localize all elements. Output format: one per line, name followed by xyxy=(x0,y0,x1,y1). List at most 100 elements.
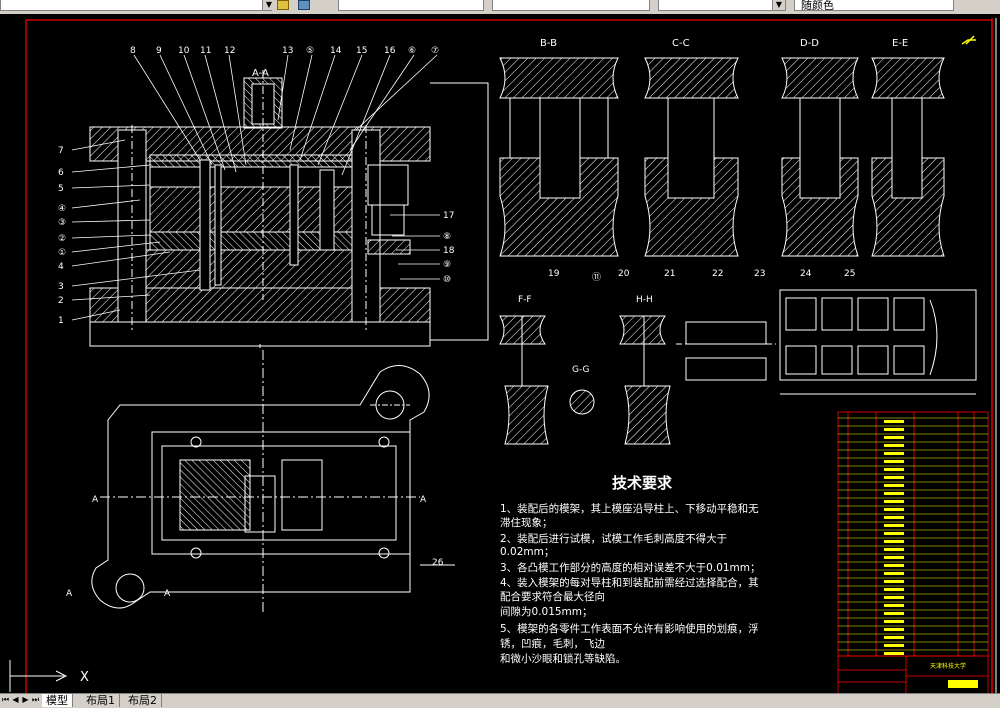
chevron-down-icon[interactable]: ▼ xyxy=(262,0,275,10)
bom-row-text xyxy=(884,644,904,647)
bom-row-text xyxy=(884,444,904,447)
bom-row-text xyxy=(884,428,904,431)
svg-text:⑩: ⑩ xyxy=(443,275,451,285)
bom-row-text xyxy=(884,588,904,591)
first-tab-icon[interactable]: ⏮ xyxy=(1,695,10,705)
svg-text:G-G: G-G xyxy=(572,365,590,375)
svg-text:16: 16 xyxy=(384,46,396,56)
svg-text:配合要求符合最大径向: 配合要求符合最大径向 xyxy=(500,590,605,603)
tech-req-title: 技术要求 xyxy=(612,474,673,492)
svg-text:1: 1 xyxy=(58,316,64,326)
bom-row-text xyxy=(884,596,904,599)
properties-toolbar: ▼ ▼ 随颜色 xyxy=(0,0,1000,15)
bom-row-text xyxy=(884,636,904,639)
svg-text:和微小沙眼和锁孔等缺陷。: 和微小沙眼和锁孔等缺陷。 xyxy=(500,652,626,665)
svg-text:1、装配后的模架，其上模座沿导柱上、下移动平稳和无: 1、装配后的模架，其上模座沿导柱上、下移动平稳和无 xyxy=(500,502,759,515)
plan-view xyxy=(91,350,455,612)
bom-row-text xyxy=(884,580,904,583)
bom-row-text xyxy=(884,420,904,423)
revision-mark-icon xyxy=(961,35,976,45)
svg-text:3、各凸模工作部分的高度的相对误差不大于0.01mm；: 3、各凸模工作部分的高度的相对误差不大于0.01mm； xyxy=(500,561,761,574)
balloon-labels-top: 8 9 10 11 12 13 ⑤ 14 15 16 ⑥ ⑦ xyxy=(130,46,439,56)
svg-text:A: A xyxy=(92,495,99,505)
svg-text:2、装配后进行试模，试模工作毛刺高度不得大于: 2、装配后进行试模，试模工作毛刺高度不得大于 xyxy=(500,532,727,545)
svg-text:20: 20 xyxy=(618,269,630,279)
svg-text:③: ③ xyxy=(58,218,66,228)
svg-text:7: 7 xyxy=(58,146,64,156)
svg-text:5、模架的各零件工作表面不允许有影响使用的划痕，浮: 5、模架的各零件工作表面不允许有影响使用的划痕，浮 xyxy=(500,622,759,635)
svg-text:F-F: F-F xyxy=(518,295,532,305)
svg-text:⑧: ⑧ xyxy=(443,232,451,242)
small-sections: F-F G-G H-H xyxy=(499,295,671,445)
bom-row-text xyxy=(884,484,904,487)
svg-text:B-B: B-B xyxy=(540,38,557,49)
svg-text:A: A xyxy=(66,589,73,599)
svg-text:A: A xyxy=(164,589,171,599)
layer-combo[interactable] xyxy=(0,0,272,11)
bom-row-text xyxy=(884,572,904,575)
svg-text:H-H: H-H xyxy=(636,295,653,305)
bom-row-text xyxy=(884,460,904,463)
section-aa-label: A-A xyxy=(252,68,269,79)
tab-layout2[interactable]: 布局2 xyxy=(124,694,162,707)
layout-tab-bar: ⏮ ◀ ▶ ⏭ 模型 布局1 布局2 xyxy=(0,693,1000,708)
svg-text:22: 22 xyxy=(712,269,723,279)
prev-tab-icon[interactable]: ◀ xyxy=(11,695,20,705)
svg-text:14: 14 xyxy=(330,46,342,56)
next-tab-icon[interactable]: ▶ xyxy=(21,695,30,705)
bom-row-text xyxy=(884,556,904,559)
balloon-labels-left: 7 6 5 ④ ③ ② ① 4 3 2 1 xyxy=(58,146,66,326)
svg-text:6: 6 xyxy=(58,168,64,178)
svg-text:锈，凹痕，毛刺，飞边: 锈，凹痕，毛刺，飞边 xyxy=(500,637,605,650)
color-combo[interactable] xyxy=(338,0,484,11)
strip-layout xyxy=(676,289,977,395)
svg-text:⑪: ⑪ xyxy=(592,272,601,283)
school-name: 天津科技大学 xyxy=(930,662,966,670)
tab-layout1[interactable]: 布局1 xyxy=(82,694,120,707)
bom-row-text xyxy=(884,500,904,503)
svg-text:⑥: ⑥ xyxy=(408,46,416,56)
svg-text:17: 17 xyxy=(443,211,454,221)
chevron-down-icon[interactable]: ▼ xyxy=(772,0,785,10)
svg-text:9: 9 xyxy=(156,46,162,56)
svg-text:26: 26 xyxy=(432,558,444,568)
model-space-canvas[interactable]: A-A 8 9 10 11 12 13 ⑤ 14 15 16 ⑥ ⑦ 7 6 5… xyxy=(0,14,1000,693)
bom-row-text xyxy=(884,612,904,615)
bom-row-text xyxy=(884,436,904,439)
bom-row-text xyxy=(884,652,904,655)
svg-text:19: 19 xyxy=(548,269,560,279)
technical-requirements: 技术要求 1、装配后的模架，其上模座沿导柱上、下移动平稳和无 滞住现象； 2、装… xyxy=(500,474,761,665)
balloon-labels-right: 17 ⑧ 18 ⑨ ⑩ xyxy=(443,211,455,285)
bom-row-text xyxy=(884,628,904,631)
bom-row-text xyxy=(884,564,904,567)
bom-rows xyxy=(838,417,988,655)
lineweight-combo[interactable] xyxy=(658,0,786,11)
svg-text:2: 2 xyxy=(58,296,64,306)
svg-text:0.02mm；: 0.02mm； xyxy=(500,546,554,558)
bom-row-text xyxy=(884,540,904,543)
bom-row-text xyxy=(884,452,904,455)
svg-text:滞住现象；: 滞住现象； xyxy=(500,516,553,529)
last-tab-icon[interactable]: ⏭ xyxy=(31,695,40,705)
bom-row-text xyxy=(884,508,904,511)
ucs-icon xyxy=(9,660,68,692)
svg-text:11: 11 xyxy=(200,46,211,56)
svg-text:10: 10 xyxy=(178,46,190,56)
drawing-number-block xyxy=(948,680,978,688)
linetype-combo[interactable] xyxy=(492,0,650,11)
svg-text:⑤: ⑤ xyxy=(306,46,314,56)
svg-text:23: 23 xyxy=(754,269,765,279)
bom-row-text xyxy=(884,492,904,495)
svg-text:②: ② xyxy=(58,234,66,244)
bom-row-text xyxy=(884,620,904,623)
layer-properties-icon[interactable] xyxy=(298,0,310,10)
svg-text:13: 13 xyxy=(282,46,293,56)
svg-text:4: 4 xyxy=(58,262,64,272)
tab-model[interactable]: 模型 xyxy=(42,694,73,707)
bom-row-text xyxy=(884,524,904,527)
svg-text:8: 8 xyxy=(130,46,136,56)
bom-row-text xyxy=(884,548,904,551)
svg-text:C-C: C-C xyxy=(672,38,690,49)
plotstyle-combo[interactable]: 随颜色 xyxy=(794,0,954,12)
layer-state-icon[interactable] xyxy=(277,0,289,10)
